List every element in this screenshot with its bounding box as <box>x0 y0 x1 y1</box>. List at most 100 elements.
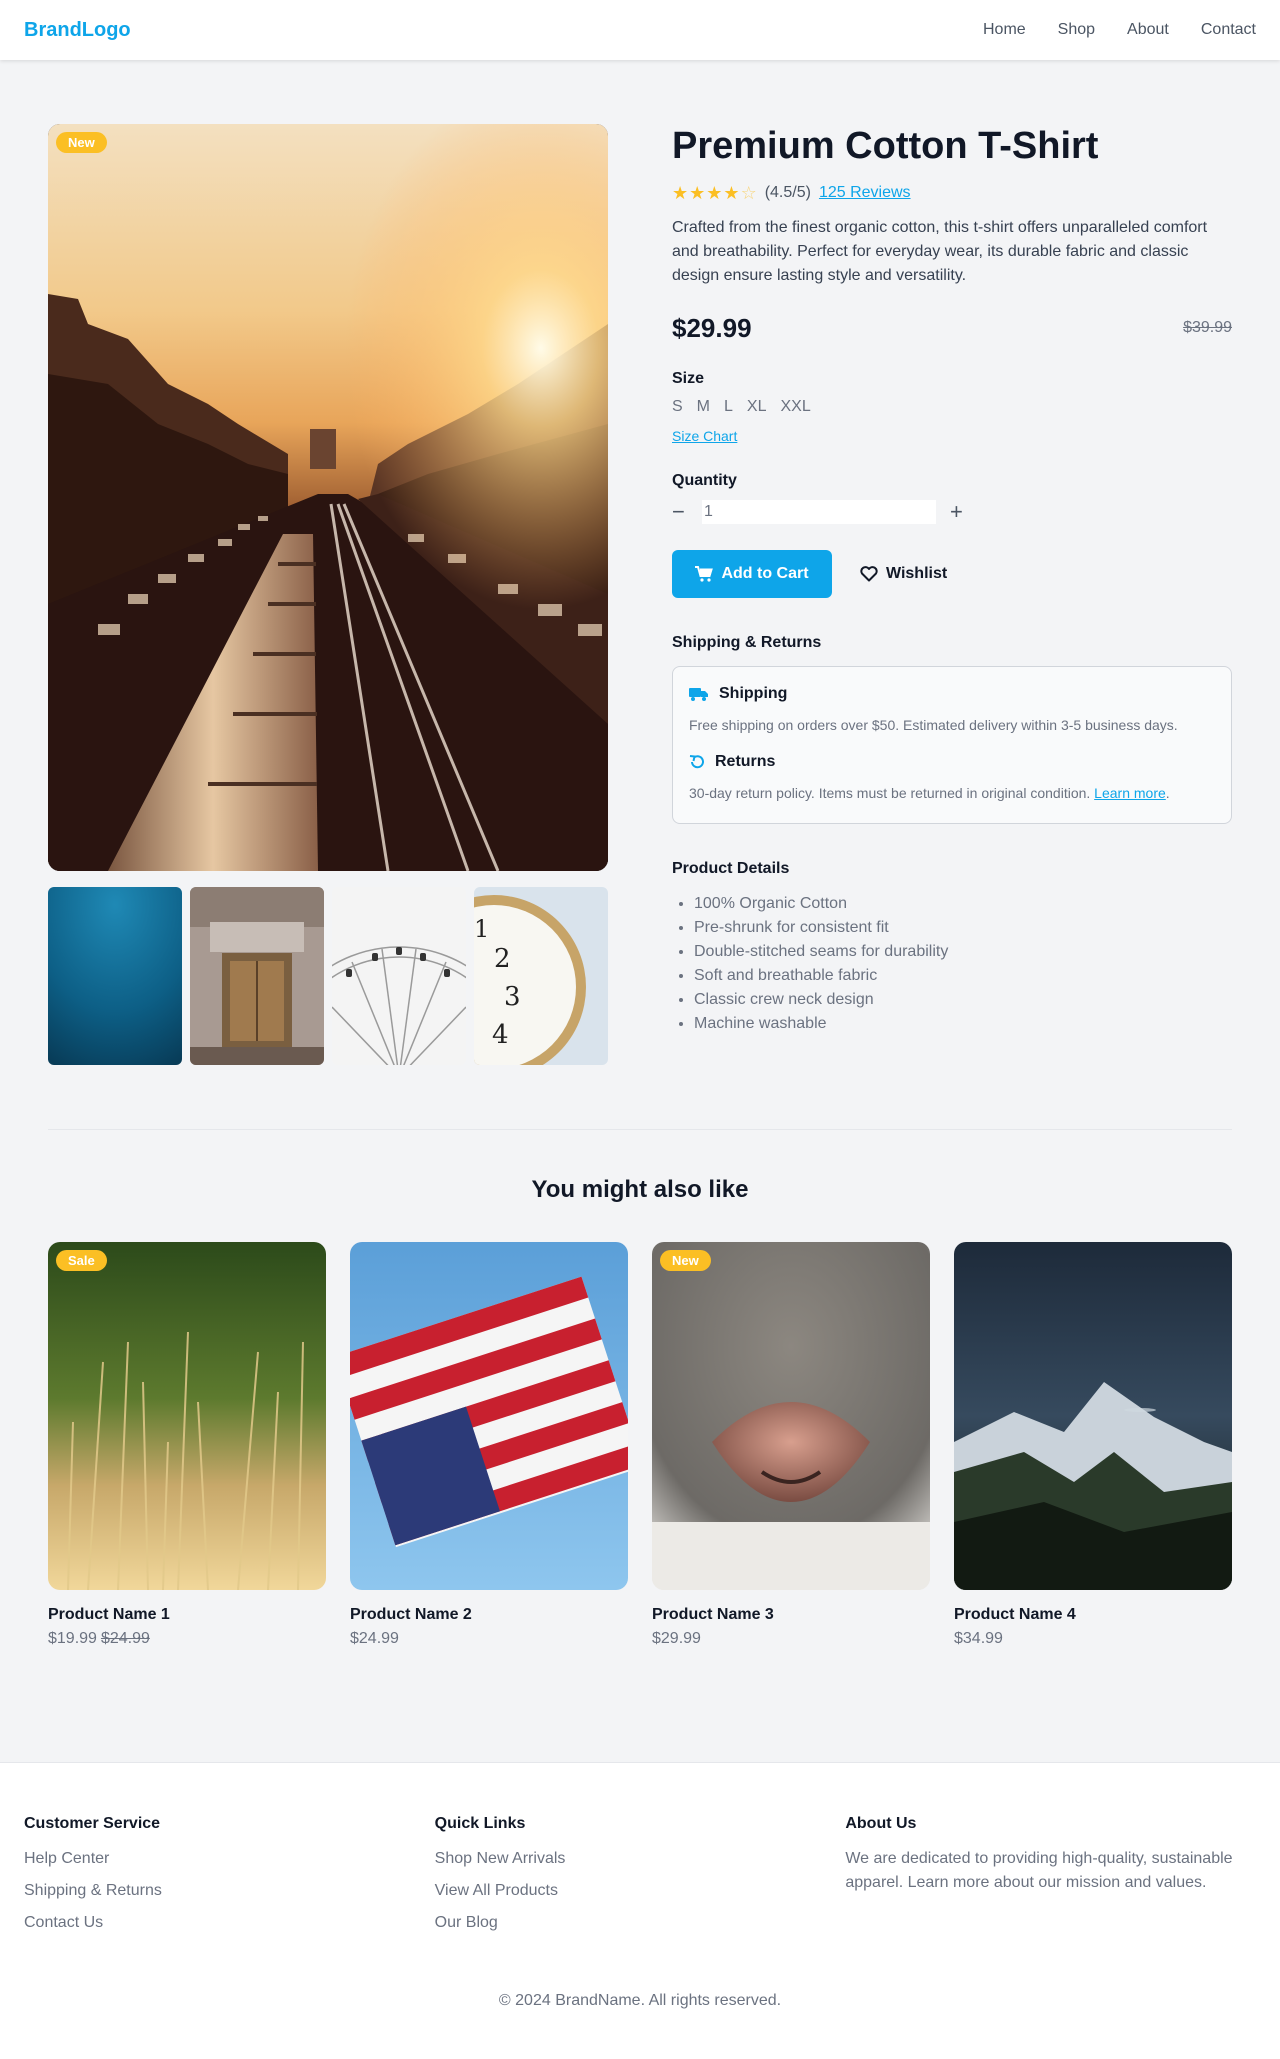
product-section: New 2 3 4 1 Premium Cotton T-Shirt ★ ★ ★… <box>48 124 1232 1065</box>
star-half-icon: ☆ <box>740 183 757 203</box>
brand-logo[interactable]: BrandLogo <box>24 19 131 42</box>
site-footer: Customer Service Help Center Shipping & … <box>0 1762 1280 2059</box>
cat-nose-photo <box>652 1242 930 1590</box>
footer-about: About Us We are dedicated to providing h… <box>845 1815 1256 1935</box>
nav-home[interactable]: Home <box>983 21 1026 39</box>
footer-link-help-center[interactable]: Help Center <box>24 1847 435 1871</box>
product-info: Premium Cotton T-Shirt ★ ★ ★ ★ ☆ (4.5/5)… <box>672 124 1232 1036</box>
footer-customer-service: Customer Service Help Center Shipping & … <box>24 1815 435 1935</box>
size-option-xxl[interactable]: XXL <box>780 398 810 416</box>
site-header: BrandLogo Home Shop About Contact <box>0 0 1280 60</box>
size-option-m[interactable]: M <box>697 398 710 416</box>
footer-heading: About Us <box>845 1815 917 1832</box>
footer-links: Help Center Shipping & Returns Contact U… <box>24 1847 435 1935</box>
copyright: © 2024 BrandName. All rights reserved. <box>498 1992 782 2009</box>
wishlist-button[interactable]: Wishlist <box>860 565 947 583</box>
nav-about[interactable]: About <box>1127 21 1169 39</box>
footer-link-all-products[interactable]: View All Products <box>435 1879 846 1903</box>
product-card-price: $29.99 <box>652 1630 701 1647</box>
product-card[interactable]: Product Name 2 $24.99 <box>350 1242 628 1648</box>
city-train-sunset-photo <box>48 124 608 871</box>
ocean-photo <box>48 887 182 1065</box>
product-badge: New <box>56 132 107 153</box>
product-card[interactable]: Sale Product Name 1 $19.99 $24.99 <box>48 1242 326 1648</box>
footer-about-text: We are dedicated to providing high-quali… <box>845 1850 1233 1891</box>
plus-icon[interactable]: + <box>950 501 974 523</box>
wishlist-label: Wishlist <box>886 565 948 582</box>
footer-links: Shop New Arrivals View All Products Our … <box>435 1847 846 1935</box>
size-chart-link[interactable]: Size Chart <box>672 428 737 444</box>
flag-photo <box>350 1242 628 1590</box>
product-main-image[interactable]: New <box>48 124 608 871</box>
returns-text-wrap: 30-day return policy. Items must be retu… <box>689 785 1170 801</box>
footer-quick-links: Quick Links Shop New Arrivals View All P… <box>435 1815 846 1935</box>
product-card-name[interactable]: Product Name 2 <box>350 1606 628 1624</box>
grass-photo <box>48 1242 326 1590</box>
star-icon: ★ <box>723 183 740 203</box>
size-option-xl[interactable]: XL <box>747 398 767 416</box>
product-card-price: $19.99 <box>48 1630 97 1647</box>
product-card-name[interactable]: Product Name 4 <box>954 1606 1232 1624</box>
truck-icon <box>689 688 708 701</box>
product-card-name[interactable]: Product Name 1 <box>48 1606 326 1624</box>
star-icon: ★ <box>672 183 689 203</box>
add-to-cart-button[interactable]: Add to Cart <box>672 550 832 598</box>
svg-text:2: 2 <box>494 944 511 974</box>
quantity-input[interactable] <box>702 500 936 524</box>
returns-row: Returns <box>689 753 1215 771</box>
product-card[interactable]: Product Name 4 $34.99 <box>954 1242 1232 1648</box>
svg-text:3: 3 <box>504 982 521 1012</box>
shipping-info-box: Shipping Free shipping on orders over $5… <box>672 666 1232 824</box>
learn-more-link[interactable]: Learn more <box>1094 785 1166 801</box>
product-title: Premium Cotton T-Shirt <box>672 125 1099 167</box>
nav-shop[interactable]: Shop <box>1058 21 1095 39</box>
product-actions: Add to Cart Wishlist <box>672 550 1232 598</box>
product-card[interactable]: New Product Name 3 $29.99 <box>652 1242 930 1648</box>
list-item: Pre-shrunk for consistent fit <box>694 916 1232 940</box>
product-card-image[interactable] <box>350 1242 628 1590</box>
product-card-image[interactable]: New <box>652 1242 930 1590</box>
footer-columns: Customer Service Help Center Shipping & … <box>24 1815 1256 1935</box>
thumbnail-3[interactable] <box>332 887 466 1065</box>
product-card-name[interactable]: Product Name 3 <box>652 1606 930 1624</box>
size-option-l[interactable]: L <box>724 398 733 416</box>
footer-heading: Customer Service <box>24 1815 161 1832</box>
sale-badge: Sale <box>56 1250 107 1271</box>
footer-link-contact-us[interactable]: Contact Us <box>24 1911 435 1935</box>
rating-value: (4.5/5) <box>764 184 811 201</box>
returns-icon <box>689 755 704 769</box>
original-price: $39.99 <box>1183 319 1232 336</box>
footer-link-new-arrivals[interactable]: Shop New Arrivals <box>435 1847 846 1871</box>
rating-row: ★ ★ ★ ★ ☆ (4.5/5) 125 Reviews <box>672 182 1232 204</box>
size-label: Size <box>672 370 705 387</box>
product-card-price: $24.99 <box>350 1630 399 1647</box>
current-price: $29.99 <box>672 312 752 343</box>
rating-stars: ★ ★ ★ ★ ☆ <box>672 184 757 202</box>
nav-contact[interactable]: Contact <box>1201 21 1256 39</box>
thumbnail-4[interactable]: 2 3 4 1 <box>474 887 608 1065</box>
thumbnail-2[interactable] <box>190 887 324 1065</box>
svg-text:4: 4 <box>492 1020 509 1050</box>
shipping-row: Shipping <box>689 685 1215 703</box>
related-title: You might also like <box>531 1176 749 1203</box>
product-details-heading: Product Details <box>672 860 790 877</box>
product-card-image[interactable] <box>954 1242 1232 1590</box>
main-nav: Home Shop About Contact <box>983 21 1256 39</box>
minus-icon[interactable]: − <box>672 501 696 523</box>
svg-text:1: 1 <box>474 915 489 943</box>
door-photo <box>190 887 324 1065</box>
related-products: Sale Product Name 1 $19.99 $24.99 Produc… <box>48 1242 1232 1648</box>
product-card-image[interactable]: Sale <box>48 1242 326 1590</box>
pocket-watch-photo: 2 3 4 1 <box>474 887 608 1065</box>
footer-link-blog[interactable]: Our Blog <box>435 1911 846 1935</box>
product-description: Crafted from the finest organic cotton, … <box>672 219 1208 284</box>
list-item: Machine washable <box>694 1012 1232 1036</box>
reviews-link[interactable]: 125 Reviews <box>819 184 911 202</box>
price-row: $29.99 $39.99 <box>672 312 1232 344</box>
footer-link-shipping-returns[interactable]: Shipping & Returns <box>24 1879 435 1903</box>
star-icon: ★ <box>689 183 706 203</box>
thumbnail-1[interactable] <box>48 887 182 1065</box>
size-option-s[interactable]: S <box>672 398 683 416</box>
size-options: S M L XL XXL <box>672 398 1232 416</box>
product-details-list: 100% Organic Cotton Pre-shrunk for consi… <box>672 892 1232 1036</box>
